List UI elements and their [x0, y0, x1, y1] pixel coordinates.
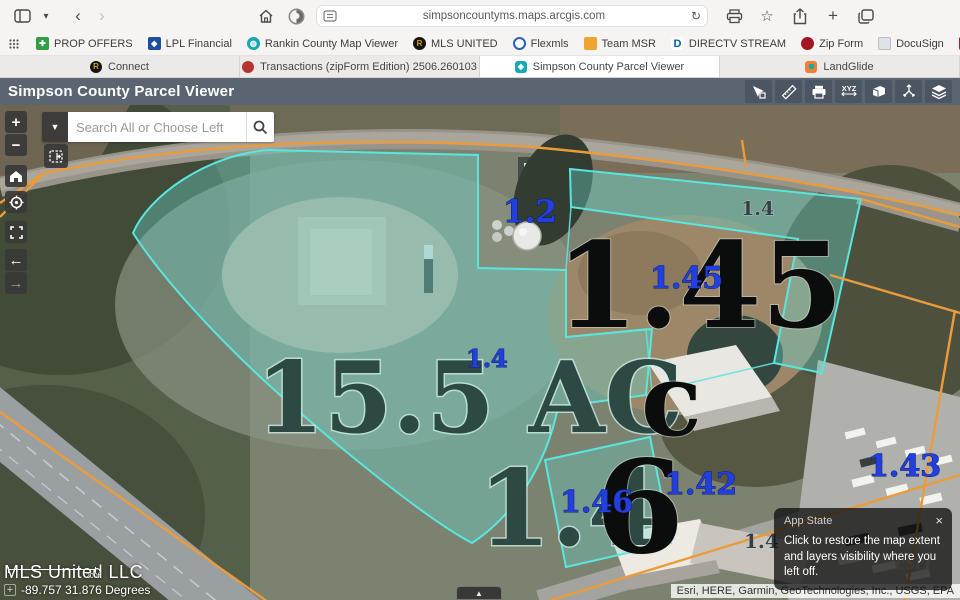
bookmark-team-msr[interactable]: Team MSR: [584, 37, 656, 50]
bookmark-icon[interactable]: [865, 80, 892, 103]
bookmark-lpl-financial[interactable]: ◆LPL Financial: [148, 37, 232, 50]
sidebar-icon[interactable]: [10, 4, 34, 28]
parcel-viewer-tab-icon: ◈: [515, 61, 527, 73]
acreage-label: 1.46: [560, 485, 633, 520]
previous-extent-button[interactable]: ←: [5, 249, 27, 271]
home-icon: [9, 170, 23, 183]
docusign-icon: [878, 37, 891, 50]
scale-label: 200ft: [86, 573, 102, 580]
close-icon[interactable]: ×: [935, 513, 943, 528]
extent-button[interactable]: [5, 221, 27, 243]
identify-icon[interactable]: [745, 80, 772, 103]
measure-icon[interactable]: [775, 80, 802, 103]
page-icon: [323, 10, 337, 22]
bookmark-rankin-map[interactable]: ◍Rankin County Map Viewer: [247, 37, 398, 50]
rankin-map-icon: ◍: [247, 37, 260, 50]
panel-toggle-button[interactable]: [44, 144, 68, 168]
map-canvas[interactable]: 1.2 1.45 1.45 1.4 15.5 AC c 1.4 1.4 6 1.…: [0, 105, 960, 600]
bookmark-mls-united[interactable]: RMLS UNITED: [413, 37, 498, 50]
team-msr-icon: [584, 37, 597, 50]
mls-united-icon: R: [413, 37, 426, 50]
acreage-label: 1.45: [650, 261, 723, 296]
bookmarks-bar: ✚PROP OFFERS ◆LPL Financial ◍Rankin Coun…: [0, 32, 960, 56]
lpl-financial-icon: ◆: [148, 37, 161, 50]
forward-icon[interactable]: ›: [90, 4, 114, 28]
search-input[interactable]: [68, 112, 246, 142]
tab-transactions[interactable]: Transactions (zipForm Edition) 2506.2601…: [240, 56, 480, 77]
search-button[interactable]: [246, 112, 274, 142]
extent-icon: [10, 226, 23, 239]
flexmls-icon: [513, 37, 526, 50]
search-icon: [253, 120, 268, 135]
share-icon[interactable]: [895, 80, 922, 103]
privacy-icon[interactable]: [284, 4, 308, 28]
scale-bar: [8, 567, 96, 573]
coordinates-target-icon[interactable]: +: [4, 584, 16, 596]
header-toolbar: XYZ: [745, 80, 952, 103]
attribute-panel-toggle[interactable]: ▲: [456, 586, 502, 600]
locate-button[interactable]: [5, 191, 27, 213]
bookmarks-grid-icon[interactable]: [8, 37, 21, 50]
url-text[interactable]: simpsoncountyms.maps.arcgis.com: [337, 10, 691, 22]
app-header: Simpson County Parcel Viewer XYZ: [0, 78, 960, 105]
coordinates-readout: + -89.757 31.876 Degrees: [4, 583, 150, 597]
chevron-down-icon[interactable]: ▾: [34, 4, 58, 28]
home-extent-button[interactable]: [5, 165, 27, 187]
zoom-in-button[interactable]: +: [5, 111, 27, 133]
svg-text:XYZ: XYZ: [841, 84, 856, 93]
new-tab-icon[interactable]: +: [821, 4, 845, 28]
home-icon[interactable]: [254, 4, 278, 28]
next-extent-button[interactable]: →: [5, 272, 27, 294]
tab-overview-icon[interactable]: [854, 4, 878, 28]
tab-landglide[interactable]: LandGlide: [720, 56, 960, 77]
print-icon[interactable]: [805, 80, 832, 103]
zip-form-icon: [801, 37, 814, 50]
acreage-label: 1.4: [466, 344, 508, 373]
share-icon[interactable]: [788, 4, 812, 28]
zoom-out-button[interactable]: −: [5, 134, 27, 156]
bookmark-directv[interactable]: DDIRECTV STREAM: [671, 37, 786, 50]
browser-toolbar: ▾ ‹ › simpsoncountyms.maps.arcgis.com ↻ …: [0, 0, 960, 32]
locate-icon: [9, 195, 24, 210]
acreage-label: 1.43: [868, 449, 941, 484]
bookmark-docusign[interactable]: DocuSign: [878, 37, 944, 50]
directv-icon: D: [671, 37, 684, 50]
tab-connect[interactable]: RConnect: [0, 56, 240, 77]
popup-title: App State: [784, 515, 942, 527]
page-title: Simpson County Parcel Viewer: [8, 83, 234, 100]
star-icon[interactable]: ☆: [755, 4, 779, 28]
popup-body: Click to restore the map extent and laye…: [784, 534, 942, 581]
prop-offers-icon: ✚: [36, 37, 49, 50]
reload-icon[interactable]: ↻: [691, 9, 701, 23]
connect-tab-icon: R: [90, 61, 102, 73]
acreage-label: 1.4: [741, 198, 774, 220]
search-widget: ▼: [42, 112, 274, 142]
tab-strip: RConnect Transactions (zipForm Edition) …: [0, 56, 960, 78]
print-icon[interactable]: [722, 4, 746, 28]
back-icon[interactable]: ‹: [66, 4, 90, 28]
url-bar[interactable]: simpsoncountyms.maps.arcgis.com ↻: [316, 5, 708, 27]
acreage-label: 1.2: [503, 194, 557, 230]
panel-icon: [49, 150, 63, 163]
acreage-label: 1.42: [664, 467, 737, 502]
landglide-tab-icon: [805, 61, 817, 73]
bookmark-prop-offers[interactable]: ✚PROP OFFERS: [36, 37, 133, 50]
layers-icon[interactable]: [925, 80, 952, 103]
tab-simpson-county-parcel-viewer[interactable]: ◈Simpson County Parcel Viewer: [480, 56, 720, 77]
bookmark-flexmls[interactable]: Flexmls: [513, 37, 569, 50]
xyz-coordinates-icon[interactable]: XYZ: [835, 80, 862, 103]
bookmark-zip-form[interactable]: Zip Form: [801, 37, 863, 50]
app-state-popup[interactable]: App State × Click to restore the map ext…: [774, 508, 952, 590]
search-dropdown-button[interactable]: ▼: [42, 112, 68, 142]
zipform-tab-icon: [242, 61, 254, 73]
